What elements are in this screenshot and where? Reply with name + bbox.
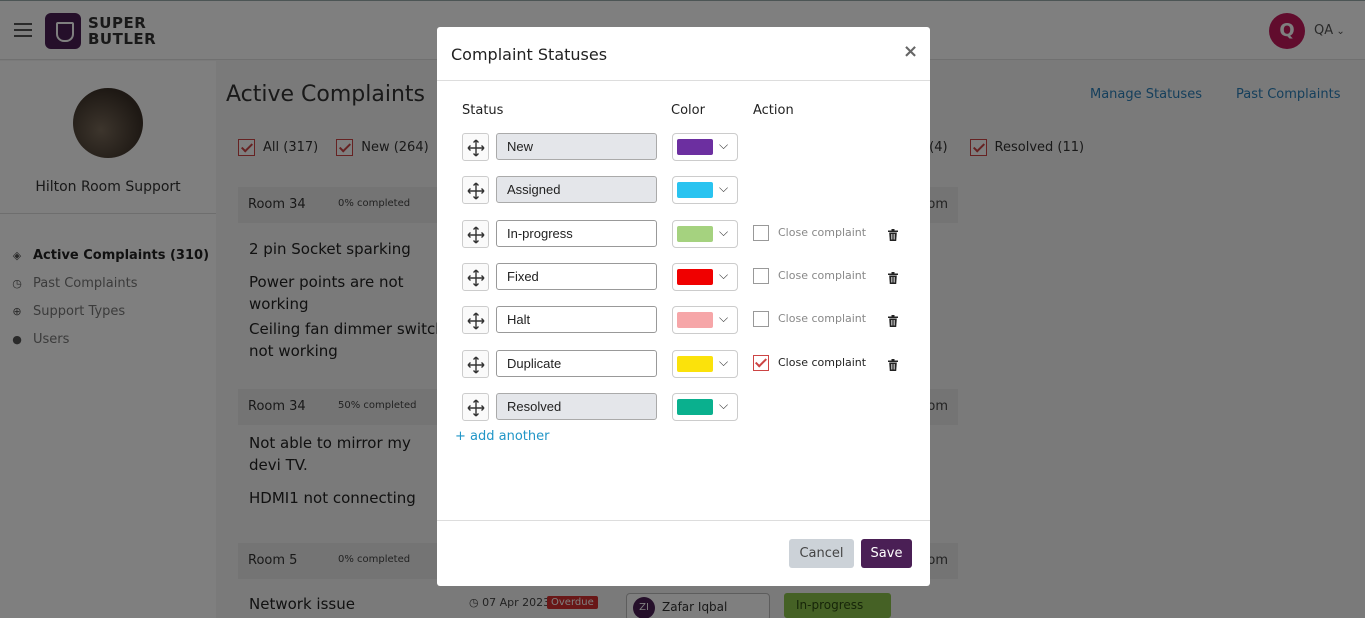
chevron-down-icon: ⌵: [719, 225, 729, 239]
close-complaint-label: Close complaint: [778, 269, 867, 282]
color-swatch: [677, 356, 713, 372]
status-name-input[interactable]: [496, 133, 657, 160]
chevron-down-icon: ⌵: [719, 398, 729, 412]
status-row: ⌵: [462, 176, 912, 204]
column-header-status: Status: [462, 103, 504, 118]
drag-handle-icon[interactable]: [462, 306, 489, 334]
dialog-footer-divider: [437, 520, 930, 521]
close-complaint-checkbox[interactable]: [753, 268, 769, 284]
drag-handle-icon[interactable]: [462, 263, 489, 291]
dialog-title: Complaint Statuses: [451, 45, 608, 64]
close-complaint-label: Close complaint: [778, 356, 867, 369]
color-swatch: [677, 399, 713, 415]
dialog-divider: [437, 80, 930, 81]
trash-icon[interactable]: [888, 312, 898, 327]
status-name-input[interactable]: [496, 393, 657, 420]
color-swatch: [677, 312, 713, 328]
status-name-input[interactable]: [496, 263, 657, 290]
cancel-button[interactable]: Cancel: [789, 539, 854, 568]
status-row: ⌵: [462, 393, 912, 421]
color-select[interactable]: ⌵: [672, 350, 738, 378]
add-another-link[interactable]: + add another: [455, 429, 549, 444]
status-name-input[interactable]: [496, 350, 657, 377]
column-header-action: Action: [753, 103, 794, 118]
trash-icon[interactable]: [888, 356, 898, 371]
chevron-down-icon: ⌵: [719, 268, 729, 282]
color-select[interactable]: ⌵: [672, 176, 738, 204]
close-complaint-label: Close complaint: [778, 226, 867, 239]
color-swatch: [677, 226, 713, 242]
status-name-input[interactable]: [496, 306, 657, 333]
color-select[interactable]: ⌵: [672, 263, 738, 291]
chevron-down-icon: ⌵: [719, 138, 729, 152]
close-complaint-checkbox[interactable]: [753, 355, 769, 371]
status-name-input[interactable]: [496, 176, 657, 203]
save-button[interactable]: Save: [861, 539, 912, 568]
status-row: ⌵ Close complaint: [462, 220, 912, 248]
chevron-down-icon: ⌵: [719, 355, 729, 369]
close-complaint-label: Close complaint: [778, 312, 867, 325]
status-row: ⌵ Close complaint: [462, 263, 912, 291]
color-select[interactable]: ⌵: [672, 393, 738, 421]
color-swatch: [677, 269, 713, 285]
status-row: ⌵: [462, 133, 912, 161]
color-swatch: [677, 139, 713, 155]
color-select[interactable]: ⌵: [672, 220, 738, 248]
status-row: ⌵ Close complaint: [462, 350, 912, 378]
close-complaint-checkbox[interactable]: [753, 225, 769, 241]
close-icon[interactable]: ×: [903, 41, 918, 62]
column-header-color: Color: [671, 103, 705, 118]
drag-handle-icon[interactable]: [462, 133, 489, 161]
chevron-down-icon: ⌵: [719, 181, 729, 195]
close-complaint-checkbox[interactable]: [753, 311, 769, 327]
color-select[interactable]: ⌵: [672, 306, 738, 334]
drag-handle-icon[interactable]: [462, 393, 489, 421]
status-name-input[interactable]: [496, 220, 657, 247]
complaint-statuses-dialog: Complaint Statuses × Status Color Action…: [437, 27, 930, 586]
color-select[interactable]: ⌵: [672, 133, 738, 161]
chevron-down-icon: ⌵: [719, 311, 729, 325]
drag-handle-icon[interactable]: [462, 176, 489, 204]
drag-handle-icon[interactable]: [462, 350, 489, 378]
status-row: ⌵ Close complaint: [462, 306, 912, 334]
trash-icon[interactable]: [888, 269, 898, 284]
trash-icon[interactable]: [888, 226, 898, 241]
drag-handle-icon[interactable]: [462, 220, 489, 248]
color-swatch: [677, 182, 713, 198]
